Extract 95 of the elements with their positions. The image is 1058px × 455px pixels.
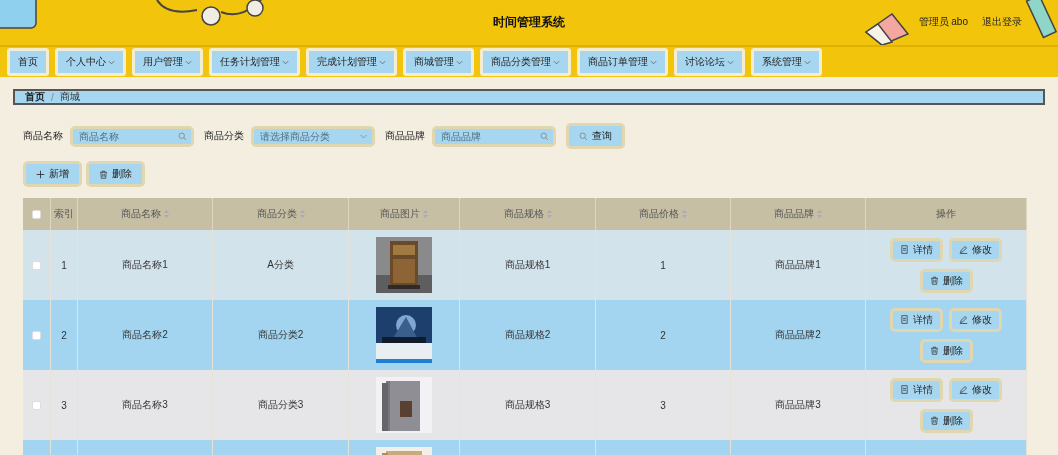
- column-header[interactable]: 商品价格: [596, 198, 731, 230]
- chevron-down-icon: [553, 58, 560, 66]
- trash-icon: [929, 346, 939, 355]
- table-cell: A分类: [213, 230, 349, 300]
- column-header[interactable]: 商品名称: [78, 198, 213, 230]
- eraser-drawing: [862, 12, 912, 45]
- plus-icon: [36, 169, 45, 179]
- table-cell: 2: [596, 300, 731, 370]
- document-icon: [900, 315, 909, 324]
- filter-label: 商品分类: [204, 129, 244, 143]
- sort-icon[interactable]: [164, 210, 169, 218]
- nav-menu-item[interactable]: 系统管理: [751, 48, 822, 76]
- user-name: 管理员 abo: [918, 15, 968, 29]
- filter-label: 商品名称: [23, 129, 63, 143]
- delete-button[interactable]: 删除: [86, 161, 145, 187]
- phone-icon: [0, 0, 40, 30]
- table-cell: 商品品牌1: [731, 230, 866, 300]
- table-cell: 商品分类3: [213, 370, 349, 440]
- column-header: 操作: [866, 198, 1027, 230]
- detail-button[interactable]: 详情: [890, 377, 943, 402]
- search-icon: [540, 131, 549, 141]
- edit-button[interactable]: 修改: [949, 377, 1002, 402]
- document-icon: [900, 385, 909, 394]
- trash-icon: [99, 169, 108, 179]
- nav-menu-item[interactable]: 个人中心: [55, 48, 126, 76]
- column-header: 索引: [51, 198, 78, 230]
- table-cell: 商品规格1: [460, 230, 596, 300]
- edit-button[interactable]: 修改: [949, 237, 1002, 262]
- document-icon: [900, 245, 909, 254]
- chevron-down-icon: [727, 58, 734, 66]
- table-cell: 商品规格2: [460, 300, 596, 370]
- table-cell: 3: [51, 370, 78, 440]
- sort-icon[interactable]: [546, 210, 552, 218]
- chevron-down-icon: [456, 58, 463, 66]
- column-header[interactable]: 商品图片: [349, 198, 460, 230]
- trash-icon: [929, 416, 939, 425]
- nav-menu-item[interactable]: 首页: [7, 48, 49, 76]
- table-cell: 2: [51, 300, 78, 370]
- chevron-down-icon: [379, 58, 386, 66]
- search-icon: [178, 131, 187, 141]
- trash-icon: [929, 276, 939, 285]
- delete-button[interactable]: 删除: [919, 268, 973, 293]
- select-field[interactable]: 请选择商品分类: [251, 125, 375, 147]
- table-cell: 3: [596, 370, 731, 440]
- breadcrumb-separator: /: [51, 91, 54, 103]
- nav-menu-item[interactable]: 商城管理: [403, 48, 474, 76]
- add-button[interactable]: 新增: [23, 161, 82, 187]
- table-cell: 商品分类2: [213, 300, 349, 370]
- sort-icon[interactable]: [299, 210, 305, 218]
- chevron-down-icon: [185, 58, 192, 66]
- table-cell: 商品规格3: [460, 370, 596, 440]
- search-icon: [579, 131, 588, 141]
- pencil-icon: [959, 315, 968, 324]
- nav-menu-item[interactable]: 讨论论坛: [674, 48, 745, 76]
- pencil-icon: [959, 385, 968, 394]
- table-cell: 商品品牌3: [731, 370, 866, 440]
- input-field[interactable]: 商品名称: [70, 125, 194, 147]
- logout-link[interactable]: 退出登录: [982, 15, 1022, 29]
- sort-icon[interactable]: [682, 210, 687, 218]
- nav-menu-item[interactable]: 任务计划管理: [209, 48, 300, 76]
- query-button[interactable]: 查询: [566, 123, 625, 149]
- table-cell: 1: [596, 230, 731, 300]
- sort-icon[interactable]: [817, 210, 822, 218]
- pencil-icon: [959, 245, 968, 254]
- row-checkbox[interactable]: [32, 330, 41, 340]
- nav-menu-item[interactable]: 商品分类管理: [480, 48, 571, 76]
- nav-menu-item[interactable]: 商品订单管理: [577, 48, 668, 76]
- filter-label: 商品品牌: [385, 129, 425, 143]
- nav-menu-item[interactable]: 完成计划管理: [306, 48, 397, 76]
- table-cell: 商品名称2: [78, 300, 213, 370]
- detail-button[interactable]: 详情: [890, 307, 943, 332]
- select-all-checkbox[interactable]: [32, 209, 41, 219]
- column-header[interactable]: 商品分类: [213, 198, 349, 230]
- edit-button[interactable]: 修改: [949, 307, 1002, 332]
- breadcrumb-item[interactable]: 商城: [59, 90, 80, 104]
- chevron-down-icon: [108, 58, 115, 66]
- breadcrumb-item[interactable]: 首页: [25, 90, 45, 104]
- column-header[interactable]: 商品规格: [460, 198, 596, 230]
- nav-menu-item[interactable]: 用户管理: [132, 48, 203, 76]
- delete-button[interactable]: 删除: [919, 338, 973, 363]
- table-cell: 商品名称3: [78, 370, 213, 440]
- row-checkbox[interactable]: [32, 400, 41, 410]
- detail-button[interactable]: 详情: [890, 237, 943, 262]
- table-cell: 商品品牌2: [731, 300, 866, 370]
- table-cell: 商品名称1: [78, 230, 213, 300]
- sort-icon[interactable]: [423, 210, 428, 218]
- app-title: 时间管理系统: [493, 14, 565, 31]
- chevron-down-icon: [804, 58, 811, 66]
- chevron-down-icon: [282, 58, 289, 66]
- delete-button[interactable]: 删除: [919, 408, 973, 433]
- table-cell: 1: [51, 230, 78, 300]
- chevron-down-icon: [650, 58, 657, 66]
- column-header[interactable]: 商品品牌: [731, 198, 866, 230]
- row-checkbox[interactable]: [32, 260, 41, 270]
- input-field[interactable]: 商品品牌: [432, 125, 556, 147]
